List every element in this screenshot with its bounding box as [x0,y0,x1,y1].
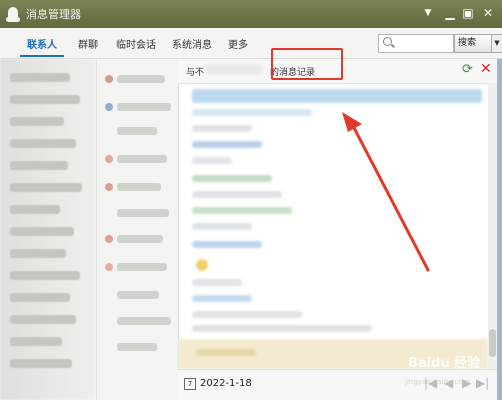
watermark: Baidu 经验 [408,356,481,371]
annotation-arrow [342,112,430,272]
watermark-url: jingyan.baidu.com [405,378,470,386]
